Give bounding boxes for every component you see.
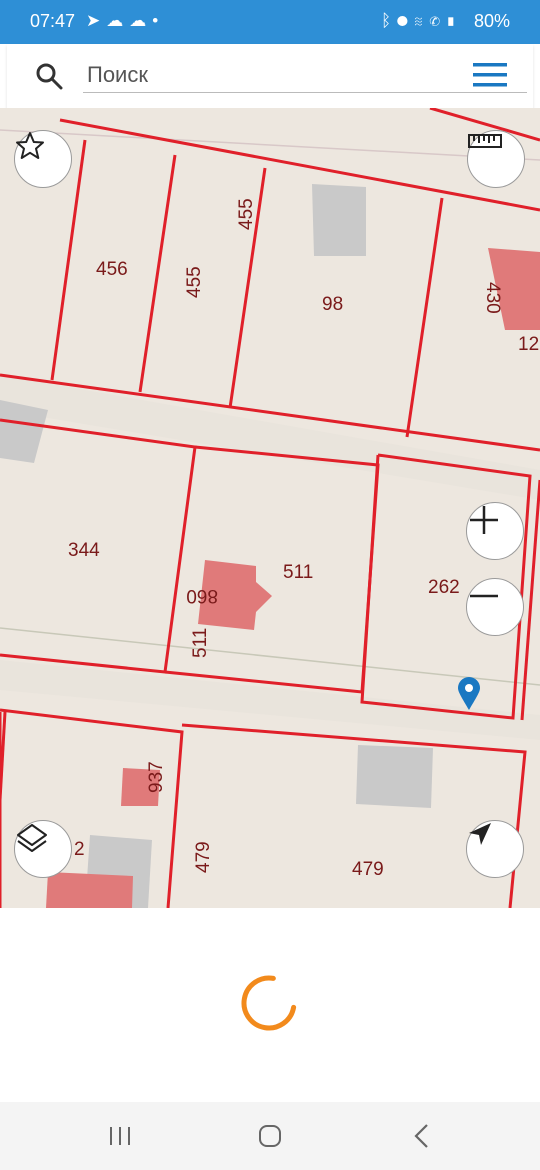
back-icon (414, 1124, 428, 1148)
system-nav-bar (0, 1102, 540, 1170)
parcel-label: 455 (184, 266, 205, 298)
parcel-label: 456 (96, 259, 128, 280)
recents-icon (110, 1127, 130, 1145)
cloud-icon: ☁ (106, 11, 130, 30)
zoom-in-button[interactable] (466, 502, 524, 560)
signal-icon: ▮ (445, 11, 462, 30)
parcel-label: 511 (283, 562, 313, 583)
dot-icon: • (152, 11, 165, 30)
parcel-label: 455 (236, 198, 257, 230)
cloud-icon: ☁ (129, 11, 153, 30)
navigation-arrow-icon (469, 823, 491, 845)
zoom-out-button[interactable] (466, 578, 524, 636)
status-bar: 07:47 ➤☁☁• ᛒ⬤≋✆▮ 80% (0, 0, 540, 44)
search-input[interactable] (83, 58, 527, 93)
cadastral-map[interactable]: 456 455 455 98 430 12 344 511 860 511 26… (0, 108, 540, 908)
map-view[interactable]: 456 455 455 98 430 12 344 511 860 511 26… (0, 108, 540, 908)
location-marker-icon[interactable] (458, 677, 480, 710)
ruler-icon (468, 134, 502, 148)
menu-icon[interactable] (473, 62, 507, 88)
parcel-label: 12 (518, 334, 539, 355)
location-icon: ⬤ (397, 11, 414, 30)
battery-level: 80% (473, 11, 510, 31)
parcel-label: 2 (74, 839, 85, 860)
back-button[interactable] (392, 1118, 452, 1154)
parcel-boundaries (0, 108, 540, 908)
star-icon (16, 132, 44, 159)
home-icon (259, 1125, 281, 1147)
notification-icons: ➤☁☁• (86, 11, 164, 31)
locate-button[interactable] (466, 820, 524, 878)
home-button[interactable] (240, 1118, 300, 1154)
parcel-label: 860 (186, 585, 218, 606)
parcel-label: 511 (190, 628, 211, 658)
building (46, 872, 133, 908)
ruler-button[interactable] (467, 130, 525, 188)
loading-spinner-icon (241, 975, 297, 1031)
parcel-label: 479 (193, 841, 214, 873)
building (356, 745, 433, 808)
parcel-label: 430 (482, 282, 503, 314)
wifi-call-icon: ✆ (429, 11, 446, 30)
parcel-label: 937 (146, 761, 167, 793)
recents-button[interactable] (90, 1118, 150, 1154)
parcel-label: 262 (428, 577, 460, 598)
bluetooth-icon: ᛒ (380, 11, 398, 30)
search-bar (7, 44, 533, 108)
search-icon[interactable] (35, 62, 63, 90)
building (312, 184, 366, 256)
plus-icon (470, 506, 498, 534)
wifi-icon: ≋ (413, 11, 430, 30)
layers-button[interactable] (14, 820, 72, 878)
telegram-icon: ➤ (86, 11, 107, 30)
parcel-label: 344 (68, 540, 100, 561)
layers-icon (17, 824, 47, 852)
status-time: 07:47 (30, 11, 76, 31)
favorite-button[interactable] (14, 130, 72, 188)
parcel-label: 479 (352, 859, 384, 880)
parcel-label: 98 (322, 294, 343, 315)
minus-icon (470, 594, 498, 598)
system-icons: ᛒ⬤≋✆▮ (381, 11, 462, 31)
loading-panel (0, 908, 540, 1102)
building (0, 400, 48, 463)
